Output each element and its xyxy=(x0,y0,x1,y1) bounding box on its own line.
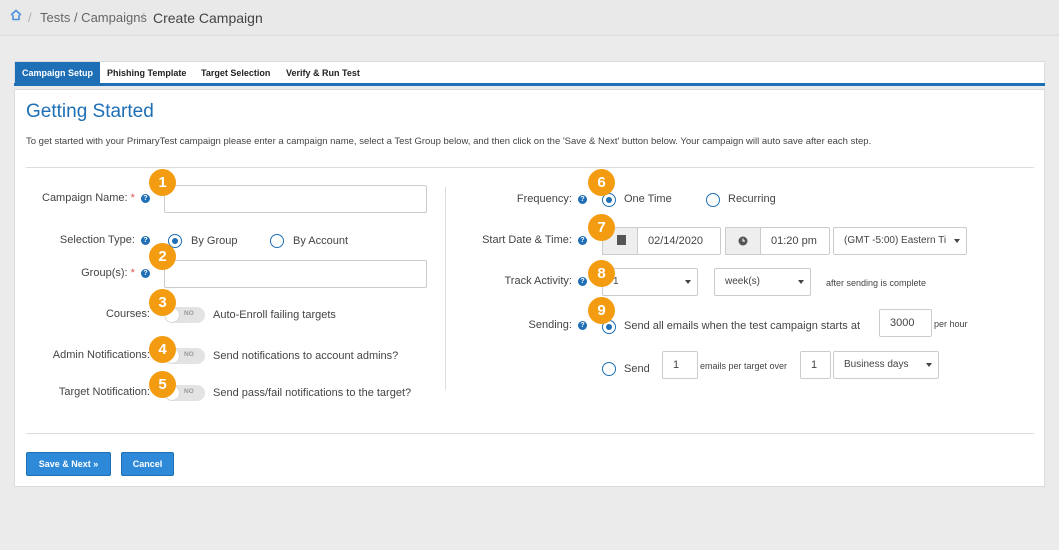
send-all-text: Send all emails when the test campaign s… xyxy=(624,320,861,332)
campaign-setup-panel: Getting Started To get started with your… xyxy=(14,89,1045,487)
start-date-time-label: Start Date & Time: ? xyxy=(455,234,587,246)
clock-icon xyxy=(738,236,748,246)
target-notification-text: Send pass/fail notifications to the targ… xyxy=(213,387,412,399)
selection-type-label: Selection Type: ? xyxy=(26,234,150,246)
campaign-name-input[interactable] xyxy=(164,185,427,213)
groups-input[interactable] xyxy=(164,260,427,288)
by-account-label: By Account xyxy=(293,235,349,247)
breadcrumb-separator: / xyxy=(28,10,32,25)
track-count-select[interactable]: 1 xyxy=(602,268,698,296)
days-unit-select[interactable]: Business days xyxy=(833,351,939,379)
step-badge-8: 8 xyxy=(588,260,615,287)
step-badge-7: 7 xyxy=(588,214,615,241)
tab-underline xyxy=(14,83,1045,86)
per-hour-text: per hour xyxy=(934,319,968,329)
courses-text: Auto-Enroll failing targets xyxy=(213,309,336,321)
clock-addon[interactable] xyxy=(725,227,761,255)
breadcrumb-current: Create Campaign xyxy=(153,10,263,26)
toggle-off-label: NO xyxy=(184,388,194,395)
help-icon[interactable]: ? xyxy=(141,193,150,203)
divider xyxy=(26,167,1034,168)
wizard-tabs: Campaign Setup Phishing Template Target … xyxy=(14,61,1045,85)
start-time-input[interactable]: 01:20 pm xyxy=(760,227,830,255)
toggle-off-label: NO xyxy=(184,310,194,317)
step-badge-1: 1 xyxy=(149,169,176,196)
send-all-rate-input[interactable]: 3000 xyxy=(879,309,932,337)
help-icon[interactable]: ? xyxy=(141,235,150,245)
required-mark: * xyxy=(130,267,135,279)
toggle-off-label: NO xyxy=(184,351,194,358)
step-badge-4: 4 xyxy=(149,336,176,363)
help-icon[interactable]: ? xyxy=(141,268,150,278)
step-badge-9: 9 xyxy=(588,297,615,324)
help-icon[interactable]: ? xyxy=(578,235,587,245)
home-icon[interactable] xyxy=(9,8,23,22)
timezone-select[interactable]: (GMT -5:00) Eastern Ti xyxy=(833,227,967,255)
frequency-label: Frequency: ? xyxy=(475,193,587,205)
step-badge-6: 6 xyxy=(588,169,615,196)
tab-verify-run-test[interactable]: Verify & Run Test xyxy=(279,62,367,85)
recurring-radio[interactable] xyxy=(706,193,720,207)
start-date-input[interactable]: 02/14/2020 xyxy=(637,227,721,255)
step-badge-2: 2 xyxy=(149,243,176,270)
help-icon[interactable]: ? xyxy=(578,194,587,204)
courses-label: Courses: xyxy=(105,308,150,320)
emails-per-target-text: emails per target over xyxy=(700,361,788,371)
tab-phishing-template[interactable]: Phishing Template xyxy=(100,62,193,85)
admin-notifications-label: Admin Notifications: xyxy=(52,349,150,361)
required-mark: * xyxy=(130,192,135,204)
one-time-label: One Time xyxy=(624,193,672,205)
track-activity-label: Track Activity: ? xyxy=(455,275,587,287)
help-icon[interactable]: ? xyxy=(578,320,587,330)
cancel-button[interactable]: Cancel xyxy=(121,452,174,476)
breadcrumb-separator: / xyxy=(141,10,145,25)
tab-campaign-setup[interactable]: Campaign Setup xyxy=(15,62,101,85)
intro-text: To get started with your PrimaryTest cam… xyxy=(26,136,872,147)
days-count-input[interactable]: 1 xyxy=(800,351,831,379)
chevron-down-icon xyxy=(954,239,960,243)
step-badge-3: 3 xyxy=(149,289,176,316)
divider xyxy=(26,433,1034,434)
by-account-radio[interactable] xyxy=(270,234,284,248)
recurring-label: Recurring xyxy=(728,193,776,205)
track-after-text: after sending is complete xyxy=(826,278,927,288)
step-badge-5: 5 xyxy=(149,371,176,398)
track-unit-select[interactable]: week(s) xyxy=(714,268,811,296)
send-text: Send xyxy=(624,363,650,375)
admin-notifications-text: Send notifications to account admins? xyxy=(213,350,399,362)
by-group-label: By Group xyxy=(191,235,238,247)
sending-label: Sending: ? xyxy=(475,319,587,331)
chevron-down-icon xyxy=(926,363,932,367)
campaign-name-label: Campaign Name: * ? xyxy=(26,192,150,204)
groups-label: Group(s): * ? xyxy=(26,267,150,279)
chevron-down-icon xyxy=(685,280,691,284)
chevron-down-icon xyxy=(798,280,804,284)
breadcrumb-bar: / Tests / Campaigns / Create Campaign xyxy=(0,0,1059,36)
tab-target-selection[interactable]: Target Selection xyxy=(194,62,277,85)
emails-count-input[interactable]: 1 xyxy=(662,351,698,379)
send-radio[interactable] xyxy=(602,362,616,376)
column-divider xyxy=(445,187,446,390)
page-title: Getting Started xyxy=(26,101,154,122)
save-next-button[interactable]: Save & Next » xyxy=(26,452,111,476)
target-notification-label: Target Notification: xyxy=(58,386,150,398)
help-icon[interactable]: ? xyxy=(578,276,587,286)
breadcrumb-tests-campaigns[interactable]: Tests / Campaigns xyxy=(40,10,147,25)
